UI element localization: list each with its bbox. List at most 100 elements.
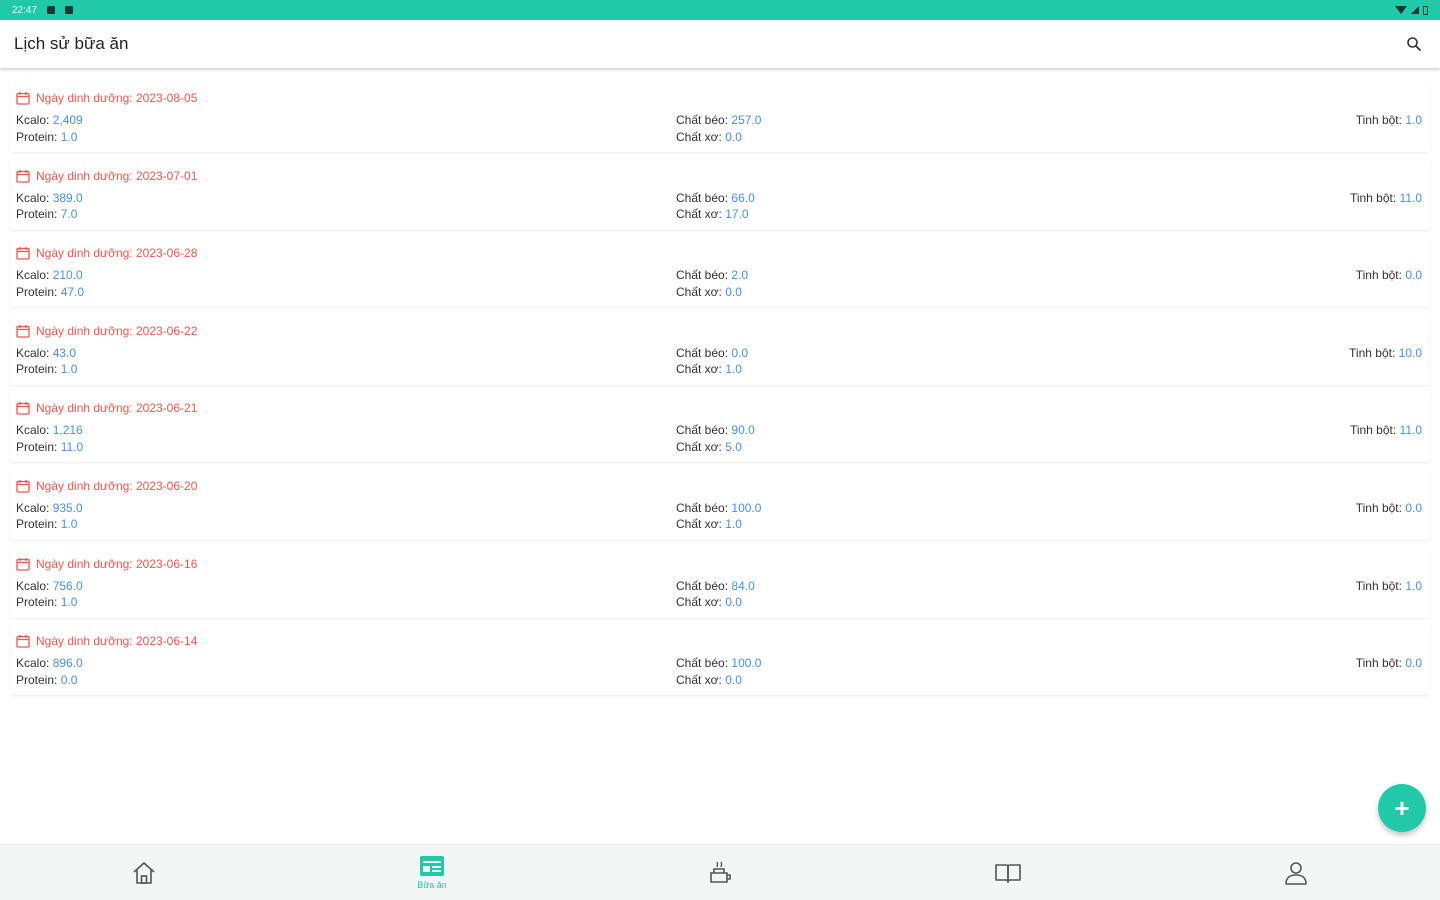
protein-value: 1.0 <box>60 362 78 377</box>
record-date-row: Ngày dinh dưỡng: 2023-06-22 <box>16 323 1424 339</box>
kcal-value: 389.0 <box>52 190 83 205</box>
carb-row: Tinh bột: 1.0 <box>1355 113 1422 127</box>
fiber-value: 1.0 <box>725 517 742 532</box>
record-date: Ngày dinh dưỡng: 2023-06-21 <box>36 401 198 416</box>
protein-value: 11.0 <box>60 439 84 454</box>
meal-record-card[interactable]: Ngày dinh dưỡng: 2023-06-22 Kcalo: 43.0 Pr… <box>10 312 1430 385</box>
meal-record-card[interactable]: Ngày dinh dưỡng: 2023-08-05 Kcalo: 2,409 P… <box>10 80 1430 152</box>
protein-row: Protein: 7.0 <box>16 207 78 222</box>
fat-row: Chất béo: 257.0 <box>676 113 762 127</box>
record-date: Ngày dinh dưỡng: 2023-06-20 <box>36 478 198 493</box>
fat-row: Chất béo: 90.0 <box>676 423 755 438</box>
record-date: Ngày dinh dưỡng: 2023-06-16 <box>36 556 198 571</box>
app-bar: Lịch sử bữa ăn <box>0 20 1440 68</box>
kcal-value: 43.0 <box>52 345 77 360</box>
protein-value: 0.0 <box>60 672 78 687</box>
carb-row: Tinh bột: 0.0 <box>1355 500 1422 515</box>
search-button[interactable] <box>1402 32 1426 56</box>
fiber-row: Chất xơ: 0.0 <box>676 672 742 687</box>
record-date-row: Ngày dinh dưỡng: 2023-06-16 <box>16 556 1424 572</box>
fiber-row: Chất xơ: 0.0 <box>676 284 742 299</box>
meal-record-card[interactable]: Ngày dinh dưỡng: 2023-06-20 Kcalo: 935.0 P… <box>10 467 1430 540</box>
nav-meals[interactable]: Bữa ăn <box>288 845 576 900</box>
calendar-icon <box>16 247 30 260</box>
carb-value: 0.0 <box>1405 656 1422 671</box>
fiber-row: Chất xơ: 0.0 <box>676 595 742 610</box>
meal-record-card[interactable]: Ngày dinh dưỡng: 2023-07-01 Kcalo: 389.0 P… <box>10 157 1430 230</box>
calendar-icon <box>16 479 30 493</box>
fat-value: 100.0 <box>731 656 762 671</box>
carb-row: Tinh bột: 11.0 <box>1349 190 1422 205</box>
protein-row: Protein: 0.0 <box>16 672 78 687</box>
protein-row: Protein: 1.0 <box>16 517 78 532</box>
fiber-row: Chất xơ: 1.0 <box>676 362 742 377</box>
status-time: 22:47 <box>12 4 38 16</box>
protein-value: 1.0 <box>60 517 78 532</box>
fiber-value: 17.0 <box>725 207 749 222</box>
fat-row: Chất béo: 2.0 <box>676 268 749 283</box>
add-meal-button[interactable]: + <box>1378 784 1426 832</box>
protein-row: Protein: 1.0 <box>16 129 78 144</box>
fiber-row: Chất xơ: 17.0 <box>676 207 749 222</box>
carb-row: Tinh bột: 10.0 <box>1349 345 1422 360</box>
kcal-row: Kcalo: 389.0 <box>16 190 83 205</box>
fat-value: 257.0 <box>731 113 762 127</box>
fat-value: 90.0 <box>731 423 755 438</box>
fiber-value: 0.0 <box>725 672 742 687</box>
fiber-row: Chất xơ: 0.0 <box>676 129 742 144</box>
record-date: Ngày dinh dưỡng: 2023-06-22 <box>36 323 198 338</box>
meal-record-card[interactable]: Ngày dinh dưỡng: 2023-06-28 Kcalo: 210.0 P… <box>10 235 1430 308</box>
home-icon <box>133 861 155 884</box>
meal-icon <box>420 856 444 876</box>
meal-record-card[interactable]: Ngày dinh dưỡng: 2023-06-14 Kcalo: 896.0 P… <box>10 623 1430 696</box>
carb-value: 1.0 <box>1405 113 1422 127</box>
carb-row: Tinh bột: 11.0 <box>1349 423 1422 438</box>
kcal-value: 756.0 <box>52 578 83 593</box>
plus-icon: + <box>1394 792 1410 823</box>
fat-row: Chất béo: 100.0 <box>676 656 762 671</box>
record-date: Ngày dinh dưỡng: 2023-06-28 <box>36 246 198 261</box>
protein-value: 1.0 <box>60 129 78 144</box>
carb-value: 0.0 <box>1405 268 1422 283</box>
calendar-icon <box>16 324 30 338</box>
fiber-value: 0.0 <box>725 284 742 299</box>
notification-icon <box>65 6 74 14</box>
protein-value: 1.0 <box>60 595 78 610</box>
meal-history-list: Ngày dinh dưỡng: 2023-08-05 Kcalo: 2,409 P… <box>0 80 1440 701</box>
battery-icon <box>1423 5 1428 15</box>
kcal-value: 2,409 <box>52 113 83 127</box>
nav-food[interactable] <box>576 845 864 900</box>
kcal-value: 1,216 <box>52 423 83 438</box>
nav-profile[interactable] <box>1152 845 1440 900</box>
fat-row: Chất béo: 100.0 <box>676 500 762 515</box>
fiber-value: 5.0 <box>725 439 742 454</box>
fiber-row: Chất xơ: 5.0 <box>676 439 742 454</box>
nav-meals-label: Bữa ăn <box>417 880 447 890</box>
fiber-row: Chất xơ: 1.0 <box>676 517 742 532</box>
calendar-icon <box>16 557 30 571</box>
fat-row: Chất béo: 84.0 <box>676 578 755 593</box>
fat-value: 100.0 <box>731 500 762 515</box>
fat-row: Chất béo: 0.0 <box>676 345 749 360</box>
fat-value: 66.0 <box>731 190 755 205</box>
calendar-icon <box>16 402 30 416</box>
nav-library[interactable] <box>864 845 1152 900</box>
kcal-row: Kcalo: 756.0 <box>16 578 83 593</box>
person-icon <box>1285 861 1307 885</box>
bottom-navigation: Bữa ăn <box>0 844 1440 900</box>
kcal-row: Kcalo: 896.0 <box>16 656 83 671</box>
fat-value: 0.0 <box>731 345 749 360</box>
meal-record-card[interactable]: Ngày dinh dưỡng: 2023-06-16 Kcalo: 756.0 P… <box>10 545 1430 618</box>
kcal-value: 210.0 <box>52 268 83 283</box>
carb-row: Tinh bột: 0.0 <box>1355 268 1422 283</box>
fiber-value: 1.0 <box>725 362 742 377</box>
record-date: Ngày dinh dưỡng: 2023-06-14 <box>36 634 198 649</box>
protein-value: 47.0 <box>60 284 85 299</box>
fat-value: 84.0 <box>731 578 755 593</box>
fiber-value: 0.0 <box>725 595 742 610</box>
record-date: Ngày dinh dưỡng: 2023-08-05 <box>36 91 198 105</box>
meal-record-card[interactable]: Ngày dinh dưỡng: 2023-06-21 Kcalo: 1,216 P… <box>10 390 1430 463</box>
nav-home[interactable] <box>0 845 288 900</box>
carb-value: 0.0 <box>1405 500 1422 515</box>
carb-row: Tinh bột: 1.0 <box>1355 578 1422 593</box>
